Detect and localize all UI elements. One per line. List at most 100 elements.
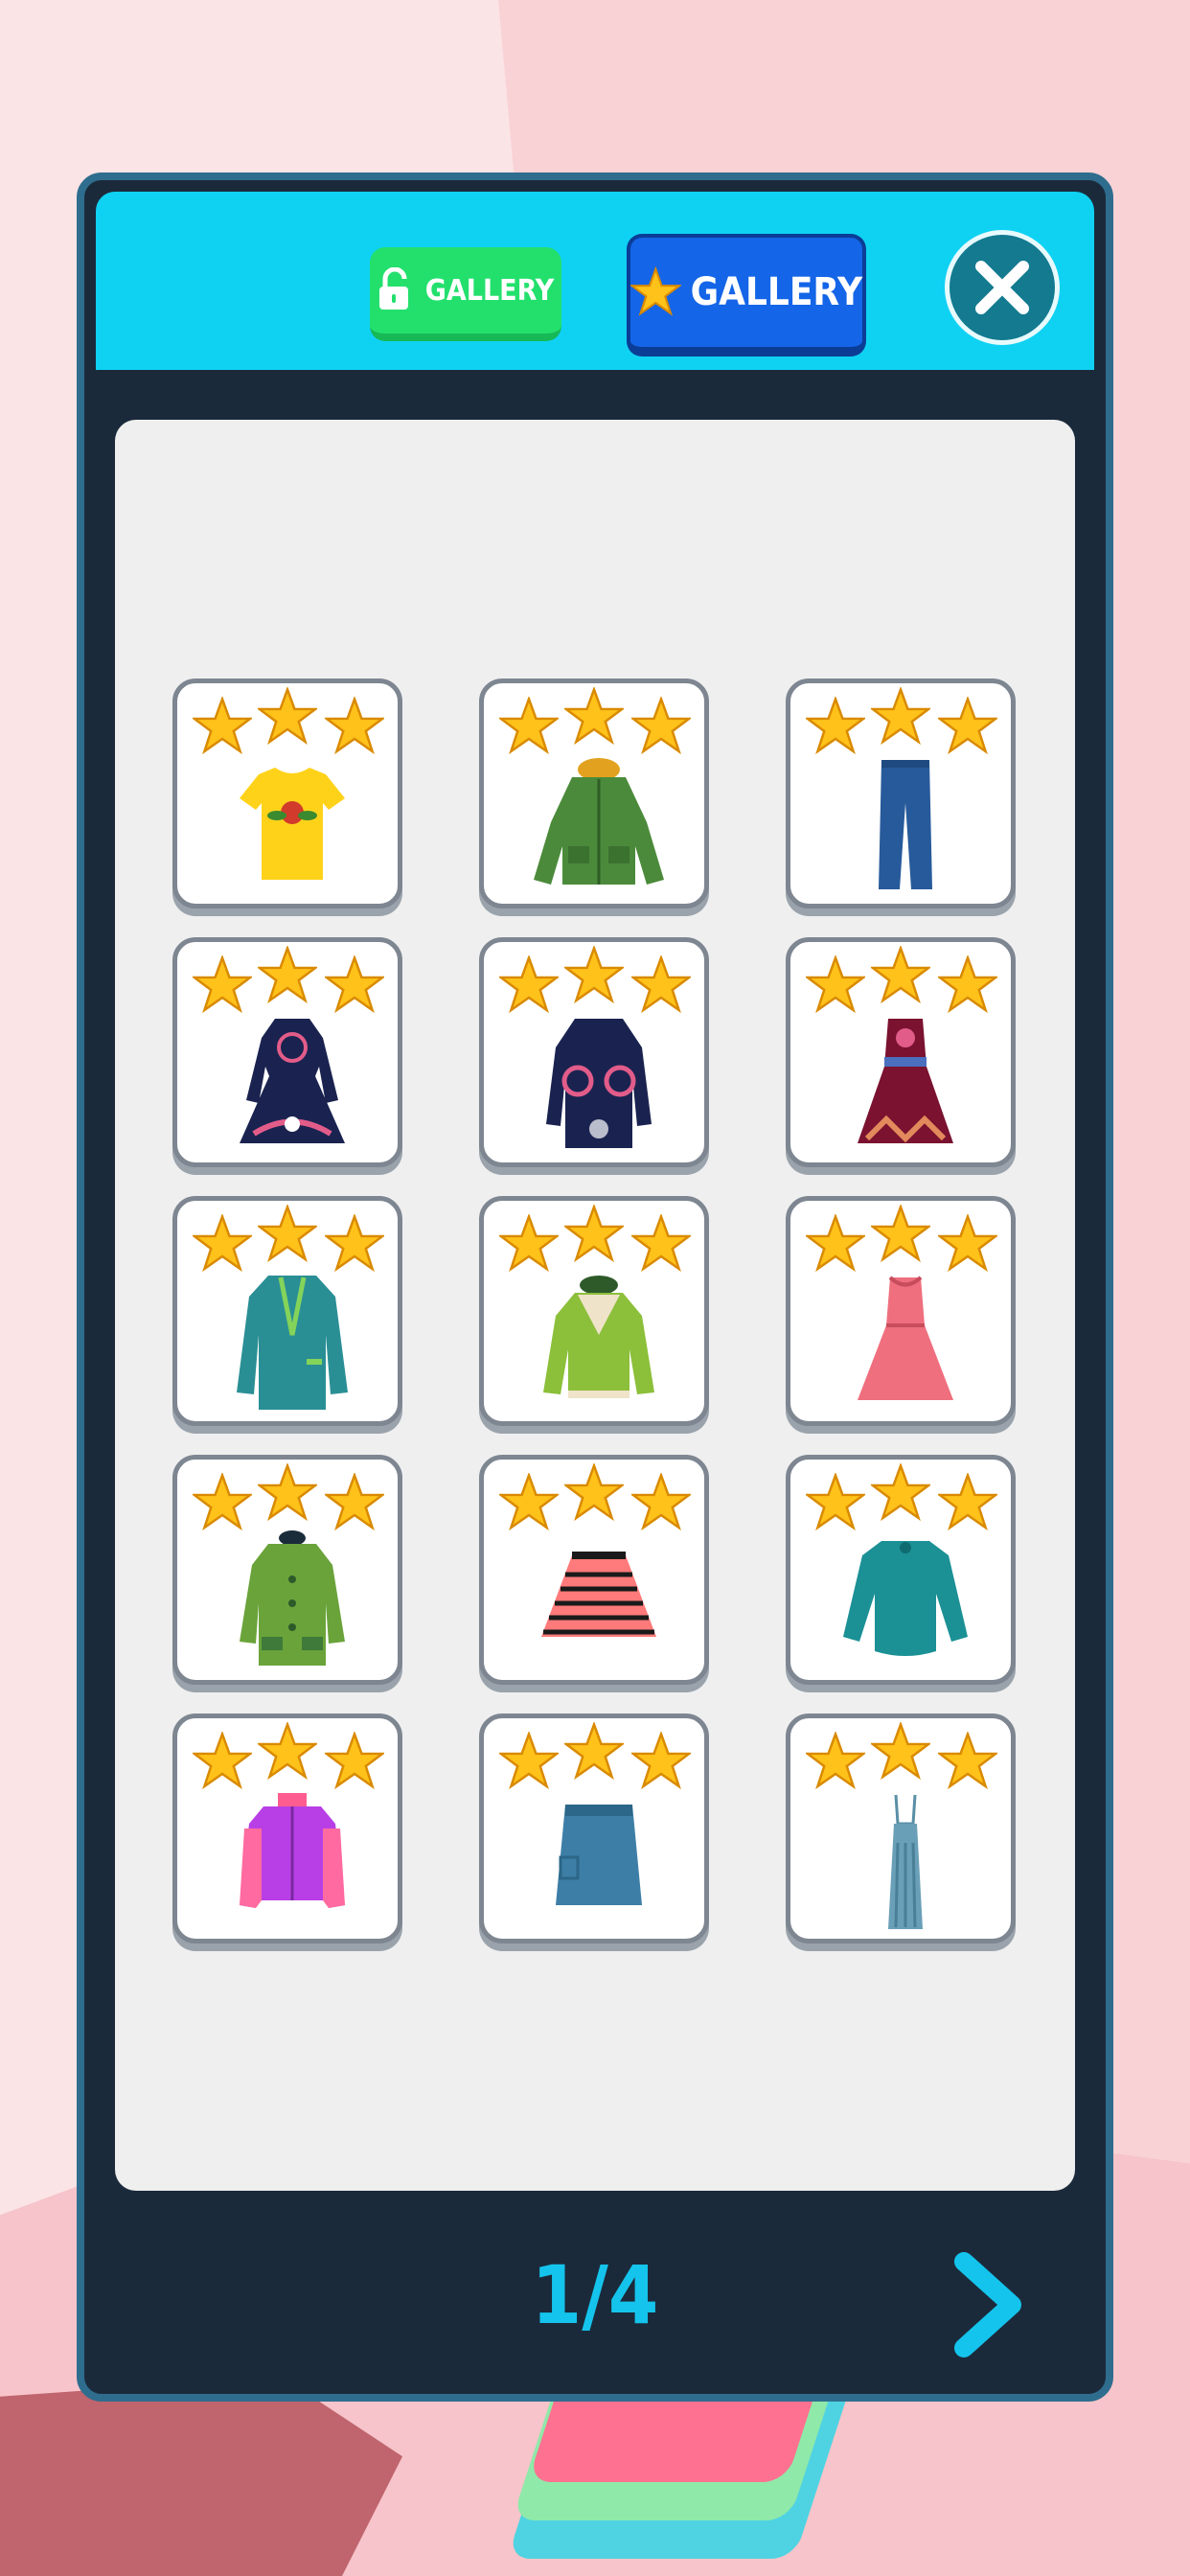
star-gallery-tab[interactable]: GALLERY	[627, 234, 866, 356]
star-icon	[938, 1214, 997, 1273]
star-rating	[484, 946, 704, 1015]
star-icon	[806, 955, 865, 1014]
star-icon	[193, 1214, 252, 1273]
gallery-item-card[interactable]	[172, 937, 402, 1167]
pink-dress-icon	[858, 1276, 953, 1400]
green-coat-icon	[240, 1530, 345, 1666]
star-icon	[499, 1214, 559, 1273]
star-icon	[499, 697, 559, 755]
star-icon	[871, 946, 930, 1004]
star-icon	[631, 955, 691, 1014]
gallery-item-card[interactable]	[172, 1714, 402, 1944]
star-rating	[790, 1722, 1011, 1791]
star-icon	[564, 1722, 624, 1781]
star-icon	[806, 1214, 865, 1273]
star-icon	[871, 1463, 930, 1522]
star-icon	[631, 1473, 691, 1531]
star-rating	[177, 1722, 398, 1791]
star-icon	[193, 1473, 252, 1531]
gallery-grid	[172, 678, 1016, 1944]
gallery-item-card[interactable]	[786, 678, 1016, 908]
star-rating	[484, 1722, 704, 1791]
star-icon	[325, 1214, 384, 1273]
gallery-item-card[interactable]	[479, 1196, 709, 1426]
star-rating	[177, 1205, 398, 1274]
burgundy-dress-icon	[858, 1019, 953, 1143]
star-icon	[564, 946, 624, 1004]
next-page-button[interactable]	[950, 2252, 1027, 2358]
gallery-header: GALLERY GALLERY	[96, 192, 1094, 370]
star-icon	[631, 1214, 691, 1273]
star-icon	[258, 1722, 317, 1781]
star-rating	[790, 687, 1011, 756]
blue-maxi-dress-icon	[888, 1794, 923, 1929]
star-icon	[258, 1205, 317, 1263]
star-rating	[790, 1205, 1011, 1274]
star-rating	[484, 1205, 704, 1274]
star-icon	[938, 1732, 997, 1790]
star-rating	[177, 946, 398, 1015]
gallery-item-card[interactable]	[479, 678, 709, 908]
star-icon	[871, 687, 930, 746]
star-rating	[790, 946, 1011, 1015]
gallery-footer: 1/4	[96, 2210, 1094, 2382]
teal-blouse-icon	[843, 1541, 968, 1656]
star-icon	[193, 1732, 252, 1790]
denim-skirt-icon	[556, 1805, 642, 1905]
star-icon	[564, 687, 624, 746]
star-icon	[938, 697, 997, 755]
star-icon	[938, 1473, 997, 1531]
star-icon	[193, 697, 252, 755]
gallery-content	[115, 420, 1075, 2191]
star-rating	[177, 1463, 398, 1532]
star-icon	[806, 697, 865, 755]
star-icon	[325, 1473, 384, 1531]
star-icon	[564, 1463, 624, 1522]
navy-floral-coat-icon	[546, 1019, 652, 1148]
close-button[interactable]	[945, 230, 1060, 345]
blue-jeans-icon	[879, 760, 932, 889]
gallery-item-card[interactable]	[786, 1196, 1016, 1426]
gallery-item-card[interactable]	[479, 937, 709, 1167]
navy-floral-dress-icon	[240, 1019, 345, 1143]
yellow-tshirt-icon	[240, 768, 345, 880]
gallery-item-card[interactable]	[479, 1455, 709, 1685]
unlock-icon	[378, 267, 408, 310]
star-icon	[325, 955, 384, 1014]
gallery-item-card[interactable]	[786, 1714, 1016, 1944]
star-icon	[806, 1473, 865, 1531]
star-icon	[325, 1732, 384, 1790]
close-icon	[975, 261, 1029, 314]
star-icon	[630, 265, 681, 316]
unlocked-gallery-label: GALLERY	[424, 273, 555, 308]
star-icon	[806, 1732, 865, 1790]
gallery-item-card[interactable]	[172, 1196, 402, 1426]
star-icon	[564, 1205, 624, 1263]
star-icon	[325, 697, 384, 755]
chevron-right-icon	[954, 2252, 1021, 2358]
purple-pink-jacket-icon	[240, 1793, 345, 1908]
gallery-item-card[interactable]	[786, 937, 1016, 1167]
striped-skirt-icon	[541, 1552, 656, 1637]
star-icon	[938, 955, 997, 1014]
star-icon	[631, 1732, 691, 1790]
page-indicator: 1/4	[531, 2248, 659, 2342]
star-icon	[193, 955, 252, 1014]
star-icon	[499, 1732, 559, 1790]
unlocked-gallery-tab[interactable]: GALLERY	[370, 247, 561, 341]
gallery-item-card[interactable]	[172, 678, 402, 908]
star-rating	[790, 1463, 1011, 1532]
star-rating	[484, 1463, 704, 1532]
star-icon	[871, 1722, 930, 1781]
star-icon	[258, 1463, 317, 1522]
green-shearling-jacket-icon	[543, 1276, 654, 1398]
star-rating	[484, 687, 704, 756]
star-icon	[499, 955, 559, 1014]
star-gallery-label: GALLERY	[690, 270, 862, 314]
star-icon	[258, 687, 317, 746]
gallery-item-card[interactable]	[786, 1455, 1016, 1685]
gallery-item-card[interactable]	[172, 1455, 402, 1685]
gallery-item-card[interactable]	[479, 1714, 709, 1944]
star-icon	[631, 697, 691, 755]
gallery-panel: GALLERY GALLERY 1/4	[77, 172, 1113, 2402]
